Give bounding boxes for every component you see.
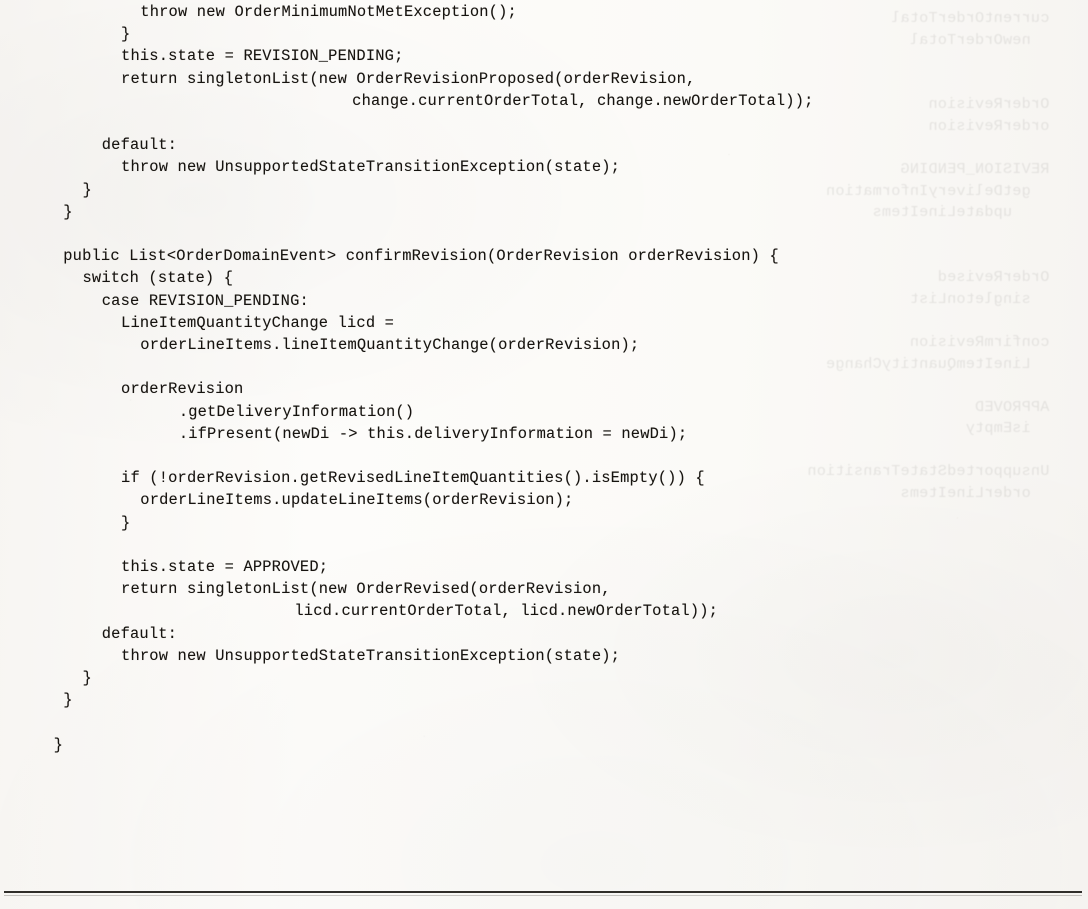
scanned-page: currentOrderTotal newOrderTotal OrderRev… bbox=[0, 0, 1088, 909]
code-line: } bbox=[82, 180, 92, 199]
code-line: .getDeliveryInformation() bbox=[178, 402, 415, 421]
code-line: orderLineItems.lineItemQuantityChange(or… bbox=[140, 336, 640, 354]
code-line: } bbox=[121, 513, 131, 532]
code-line: .ifPresent(newDi -> this.deliveryInforma… bbox=[178, 424, 688, 443]
code-line: default: bbox=[101, 136, 178, 155]
code-line: orderRevision bbox=[121, 380, 244, 399]
code-line: public List<OrderDomainEvent> confirmRev… bbox=[63, 247, 779, 266]
code-line: } bbox=[63, 691, 73, 710]
code-line: } bbox=[63, 202, 73, 221]
code-line: } bbox=[82, 669, 92, 687]
code-line: throw new UnsupportedStateTransitionExce… bbox=[121, 158, 621, 177]
code-line: this.state = REVISION_PENDING; bbox=[121, 47, 404, 66]
code-line: } bbox=[121, 25, 131, 44]
code-line: if (!orderRevision.getRevisedLineItemQua… bbox=[121, 469, 705, 488]
horizontal-rule bbox=[4, 891, 1082, 896]
code-line: orderLineItems.updateLineItems(orderRevi… bbox=[140, 491, 574, 510]
code-line: default: bbox=[101, 624, 178, 643]
code-line: case REVISION_PENDING: bbox=[101, 291, 309, 310]
code-line: switch (state) { bbox=[82, 269, 234, 288]
code-line: licd.currentOrderTotal, licd.newOrderTot… bbox=[294, 602, 719, 621]
code-line: return singletonList(new OrderRevisionPr… bbox=[121, 69, 696, 88]
code-line: } bbox=[53, 735, 64, 754]
code-line: throw new UnsupportedStateTransitionExce… bbox=[121, 646, 621, 665]
code-line: throw new OrderMinimumNotMetException(); bbox=[140, 3, 517, 21]
code-line: change.currentOrderTotal, change.newOrde… bbox=[352, 91, 814, 110]
code-listing: throw new OrderMinimumNotMetException();… bbox=[0, 0, 1088, 909]
code-line: return singletonList(new OrderRevised(or… bbox=[121, 580, 611, 599]
code-line: LineItemQuantityChange licd = bbox=[121, 313, 395, 332]
code-line: this.state = APPROVED; bbox=[121, 558, 329, 576]
